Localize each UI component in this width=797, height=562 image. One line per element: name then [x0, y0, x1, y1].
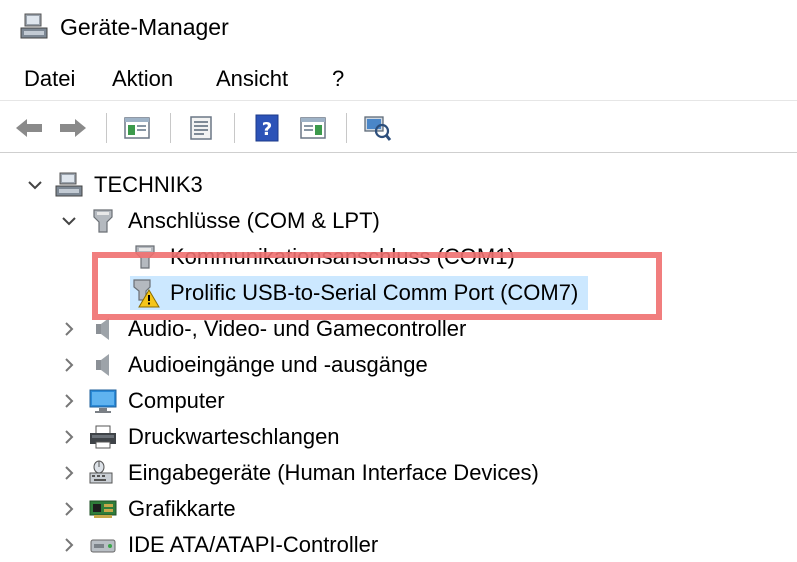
- category-label: Druckwarteschlangen: [128, 424, 340, 449]
- tree-node-ide[interactable]: IDE ATA/ATAPI-Controller: [58, 528, 378, 562]
- back-icon[interactable]: [12, 111, 46, 145]
- com1-label: Kommunikationsanschluss (COM1): [170, 244, 515, 269]
- device-tree: TECHNIK3 Anschlüsse (COM & LPT) Kommunik…: [0, 152, 797, 561]
- category-label: Audio-, Video- und Gamecontroller: [128, 316, 467, 341]
- category-label: Grafikkarte: [128, 496, 236, 521]
- menu-bar: Datei Aktion Ansicht ?: [0, 60, 797, 98]
- chevron-right-icon[interactable]: [58, 462, 80, 484]
- tree-node-print-queues[interactable]: Druckwarteschlangen: [58, 420, 340, 454]
- tree-item-com1[interactable]: Kommunikationsanschluss (COM1): [130, 240, 515, 274]
- category-label: Computer: [128, 388, 225, 413]
- speaker-icon: [88, 350, 118, 380]
- category-label: IDE ATA/ATAPI-Controller: [128, 532, 379, 557]
- chevron-down-icon[interactable]: [58, 210, 80, 232]
- help-icon[interactable]: ?: [250, 111, 284, 145]
- computer-root-icon: [54, 170, 84, 200]
- tree-node-graphics[interactable]: Grafikkarte: [58, 492, 236, 526]
- graphics-card-icon: [88, 494, 118, 524]
- toolbar-separator: [234, 113, 235, 143]
- com7-label: Prolific USB-to-Serial Comm Port (COM7): [170, 280, 579, 305]
- category-label: Eingabegeräte (Human Interface Devices): [128, 460, 539, 485]
- menu-ansicht[interactable]: Ansicht: [216, 64, 288, 94]
- tree-node-audio-io[interactable]: Audioeingänge und -ausgänge: [58, 348, 428, 382]
- root-label: TECHNIK3: [94, 172, 203, 197]
- action-pane-icon[interactable]: [296, 111, 330, 145]
- window-title: Geräte-Manager: [60, 14, 229, 40]
- ports-label: Anschlüsse (COM & LPT): [128, 208, 380, 233]
- title-bar: Geräte-Manager: [0, 0, 797, 55]
- toolbar-separator: [346, 113, 347, 143]
- port-warning-icon: [130, 278, 160, 308]
- menu-help[interactable]: ?: [332, 64, 344, 94]
- toolbar: ?: [0, 100, 797, 153]
- tree-node-computer[interactable]: Computer: [58, 384, 225, 418]
- port-connector-icon: [88, 206, 118, 236]
- chevron-right-icon[interactable]: [58, 390, 80, 412]
- category-label: Audioeingänge und -ausgänge: [128, 352, 428, 377]
- menu-aktion[interactable]: Aktion: [112, 64, 173, 94]
- device-manager-icon: [19, 12, 49, 42]
- chevron-right-icon[interactable]: [58, 354, 80, 376]
- keyboard-mouse-icon: [88, 458, 118, 488]
- drive-controller-icon: [88, 530, 118, 560]
- scan-hardware-icon[interactable]: [360, 111, 394, 145]
- tree-node-audio-video[interactable]: Audio-, Video- und Gamecontroller: [58, 312, 466, 346]
- properties-icon[interactable]: [184, 111, 218, 145]
- show-hide-console-tree-icon[interactable]: [120, 111, 154, 145]
- chevron-right-icon[interactable]: [58, 426, 80, 448]
- forward-icon[interactable]: [56, 111, 90, 145]
- chevron-right-icon[interactable]: [58, 318, 80, 340]
- tree-item-com7[interactable]: Prolific USB-to-Serial Comm Port (COM7): [130, 276, 589, 310]
- chevron-down-icon[interactable]: [24, 174, 46, 196]
- toolbar-separator: [106, 113, 107, 143]
- chevron-right-icon[interactable]: [58, 534, 80, 556]
- tree-node-root[interactable]: TECHNIK3: [24, 168, 203, 202]
- tree-node-ports[interactable]: Anschlüsse (COM & LPT): [58, 204, 380, 238]
- toolbar-separator: [170, 113, 171, 143]
- printer-icon: [88, 422, 118, 452]
- tree-node-hid[interactable]: Eingabegeräte (Human Interface Devices): [58, 456, 539, 490]
- svg-text:?: ?: [262, 119, 272, 140]
- speaker-icon: [88, 314, 118, 344]
- port-connector-icon: [130, 242, 160, 272]
- monitor-icon: [88, 386, 118, 416]
- chevron-right-icon[interactable]: [58, 498, 80, 520]
- menu-datei[interactable]: Datei: [24, 64, 75, 94]
